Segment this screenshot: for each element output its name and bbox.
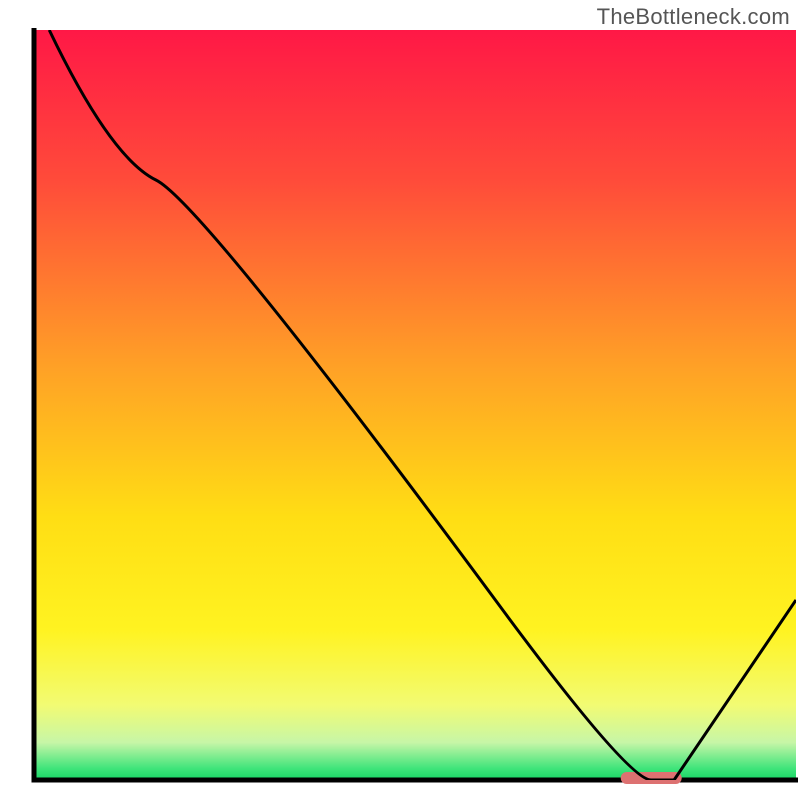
chart-canvas: TheBottleneck.com <box>0 0 800 800</box>
watermark-text: TheBottleneck.com <box>597 4 790 30</box>
gradient-background <box>34 30 796 780</box>
chart-svg <box>0 0 800 800</box>
optimal-marker <box>621 772 682 784</box>
